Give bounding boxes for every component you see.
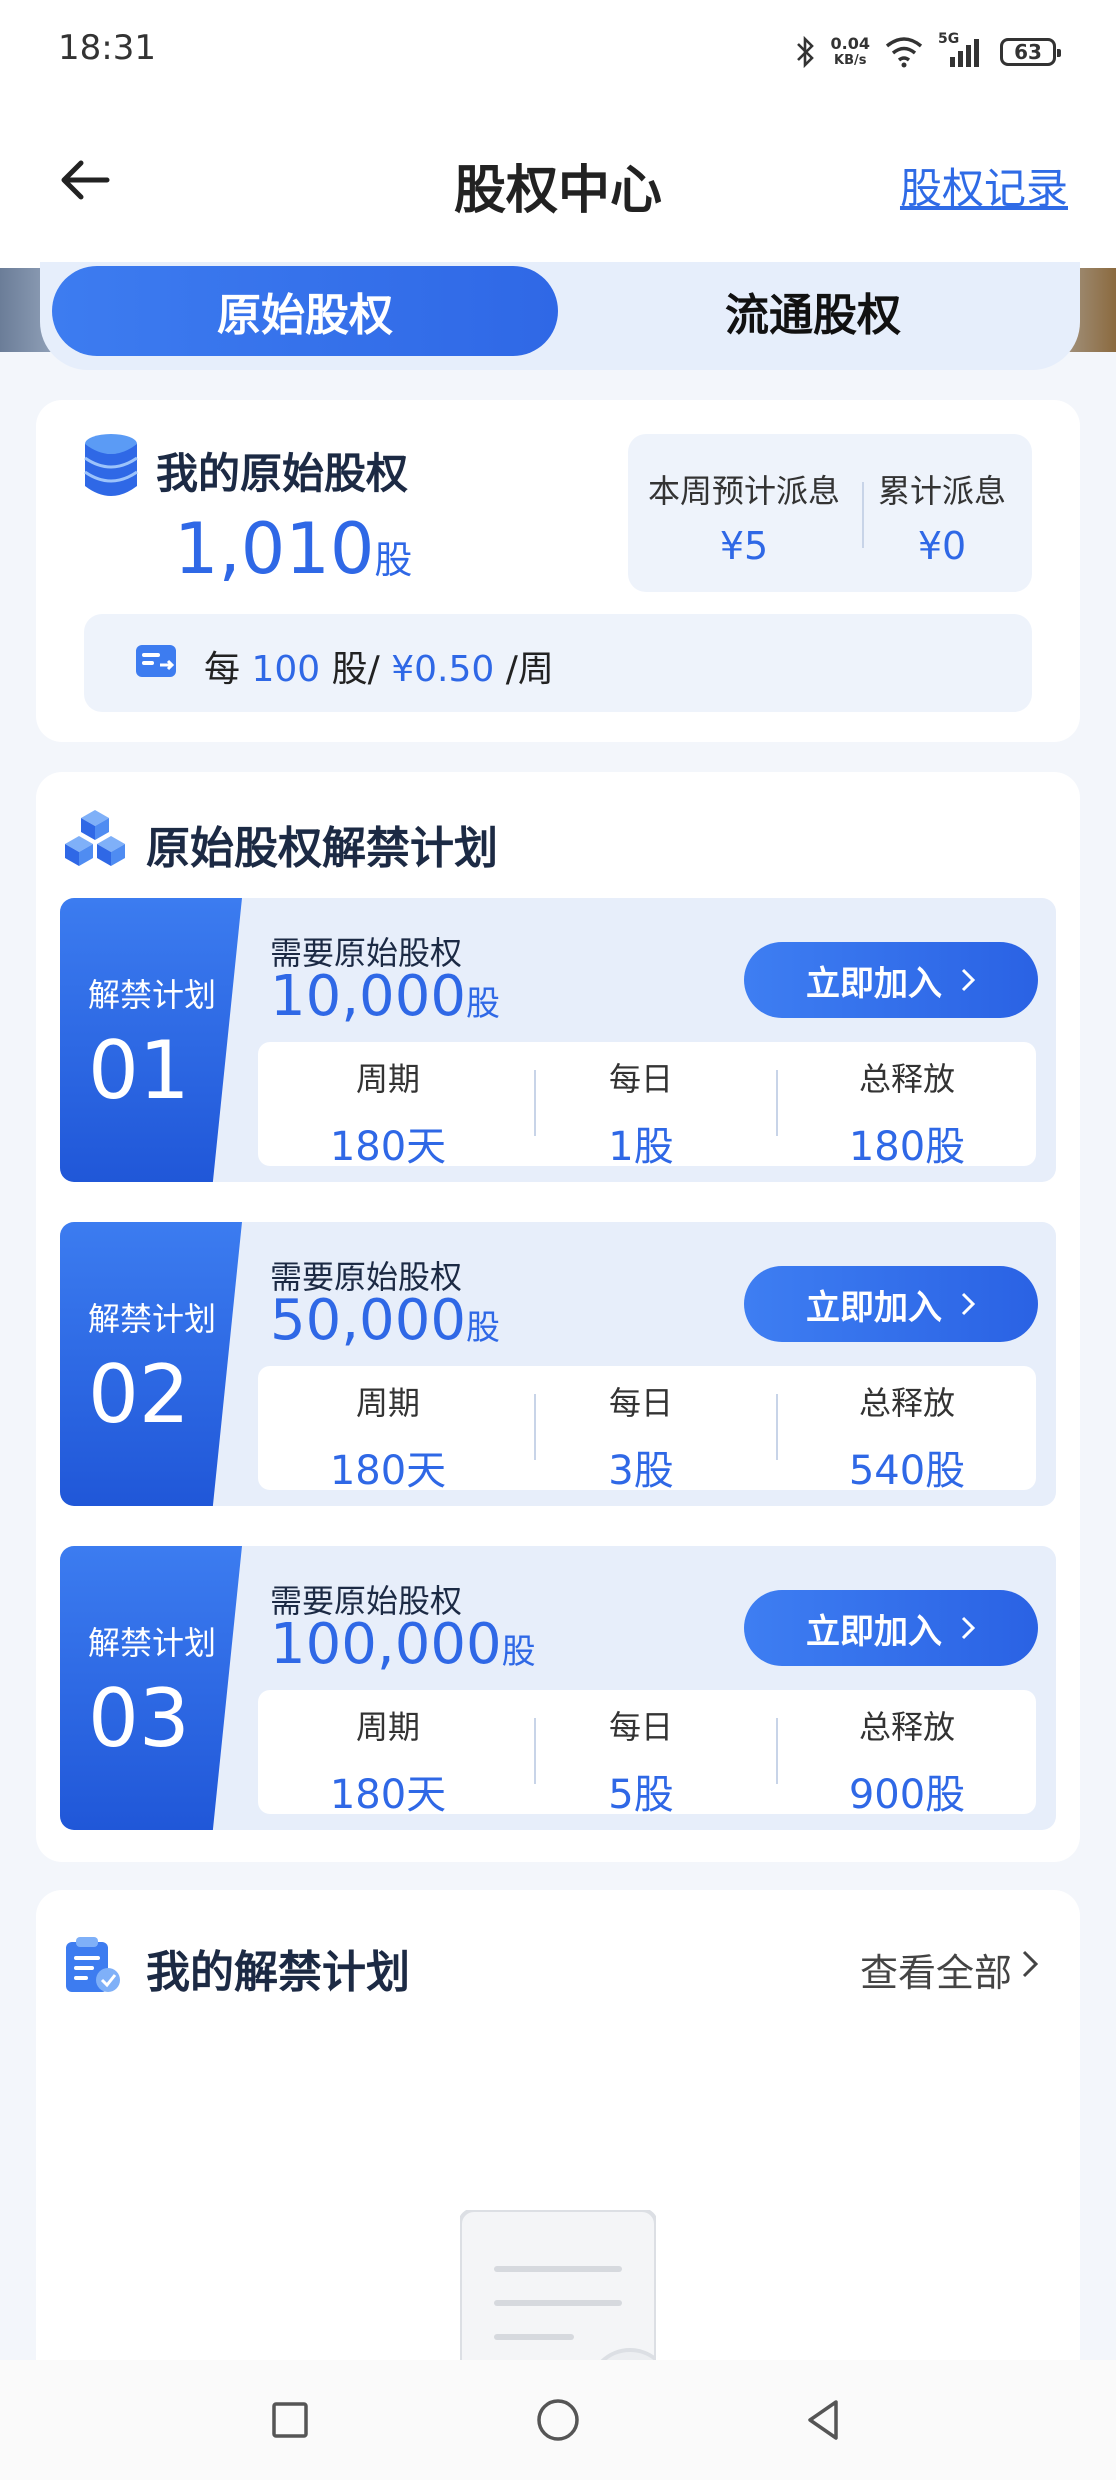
rate-unit: 股/: [331, 649, 380, 690]
chevron-right-icon[interactable]: [1018, 1946, 1044, 1982]
plan-tag-label: 解禁计划: [88, 1300, 217, 1338]
plan-total: 总释放 900股: [778, 1702, 1036, 1820]
database-icon: [84, 434, 138, 496]
chevron-right-icon: [961, 968, 976, 992]
plan-period: 周期 180天: [258, 1054, 518, 1172]
plan-daily: 每日 1股: [536, 1054, 746, 1172]
total-release-value: 180股: [848, 1124, 966, 1170]
plan-required-amount: 50,000股: [270, 1288, 500, 1353]
period-label: 周期: [355, 1060, 420, 1098]
home-icon[interactable]: [534, 2396, 582, 2444]
daily-label: 每日: [608, 1060, 673, 1098]
weekly-dividend: 本周预计派息 ¥5: [644, 466, 844, 568]
equity-record-link[interactable]: 股权记录: [900, 155, 1068, 216]
join-now-label: 立即加入: [806, 1287, 942, 1328]
plan-amount-value: 50,000: [270, 1288, 466, 1353]
cubes-icon: [65, 810, 125, 866]
rate-price: ¥0.50: [391, 649, 495, 690]
plan-amount-value: 10,000: [270, 964, 466, 1029]
total-dividend: 累计派息 ¥0: [842, 466, 1042, 568]
my-equity-title: 我的原始股权: [156, 449, 409, 498]
total-release-value: 540股: [848, 1448, 966, 1494]
recent-apps-icon[interactable]: [266, 2396, 314, 2444]
rate-shares: 100: [251, 649, 321, 690]
period-value: 180天: [329, 1124, 447, 1170]
daily-label: 每日: [608, 1708, 673, 1746]
card-transfer-icon: [136, 645, 176, 677]
plan-number: 01: [88, 1024, 190, 1117]
plan-period: 周期 180天: [258, 1702, 518, 1820]
join-now-label: 立即加入: [806, 963, 942, 1004]
join-now-button[interactable]: 立即加入: [744, 1266, 1038, 1342]
plan-amount-value: 100,000: [270, 1612, 502, 1677]
plan-stats: 周期 180天 每日 1股 总释放 180股: [258, 1042, 1036, 1170]
my-equity-amount: 1,010股: [174, 508, 412, 590]
plan-total: 总释放 540股: [778, 1378, 1036, 1496]
net-speed: 0.04 KB/s: [830, 34, 870, 68]
daily-value: 5股: [608, 1772, 674, 1818]
battery-icon: 63: [1000, 38, 1061, 66]
unlock-plan-03: 解禁计划 03 需要原始股权 100,000股 立即加入 周期 180天 每日 …: [60, 1546, 1056, 1830]
plan-stats: 周期 180天 每日 3股 总释放 540股: [258, 1366, 1036, 1494]
my-unlock-plans-title: 我的解禁计划: [146, 1947, 410, 1998]
total-release-label: 总释放: [858, 1060, 955, 1098]
weekly-dividend-label: 本周预计派息: [647, 472, 840, 510]
plan-tag: 解禁计划 03: [60, 1546, 242, 1830]
plan-amount-unit: 股: [465, 984, 500, 1024]
daily-value: 1股: [608, 1124, 674, 1170]
plan-amount-unit: 股: [465, 1308, 500, 1348]
join-now-button[interactable]: 立即加入: [744, 1590, 1038, 1666]
dividend-rate-text: 每 100 股/ ¥0.50 /周: [204, 640, 554, 692]
join-now-label: 立即加入: [806, 1611, 942, 1652]
period-label: 周期: [355, 1384, 420, 1422]
plan-required-amount: 100,000股: [270, 1612, 536, 1677]
plan-tag: 解禁计划 01: [60, 898, 242, 1182]
signal-icon: 5G: [938, 31, 986, 69]
plan-tag: 解禁计划 02: [60, 1222, 242, 1506]
period-value: 180天: [329, 1448, 447, 1494]
plan-amount-unit: 股: [501, 1632, 536, 1672]
tab-original-equity[interactable]: 原始股权: [52, 266, 558, 356]
period-label: 周期: [355, 1708, 420, 1746]
back-triangle-icon[interactable]: [800, 2396, 848, 2444]
view-all-link[interactable]: 查看全部: [860, 1942, 1012, 1997]
plan-required-amount: 10,000股: [270, 964, 500, 1029]
total-release-value: 900股: [848, 1772, 966, 1818]
plan-number: 02: [88, 1348, 190, 1441]
unlock-plans-title: 原始股权解禁计划: [146, 823, 498, 874]
plan-period: 周期 180天: [258, 1378, 518, 1496]
total-dividend-value: ¥0: [917, 524, 967, 568]
plan-daily: 每日 5股: [536, 1702, 746, 1820]
status-time: 18:31: [58, 28, 156, 68]
my-equity-value: 1,010: [174, 508, 375, 590]
chevron-right-icon: [961, 1292, 976, 1316]
status-icons: 0.04 KB/s 5G 63: [795, 30, 1061, 74]
unlock-plan-02: 解禁计划 02 需要原始股权 50,000股 立即加入 周期 180天 每日 3…: [60, 1222, 1056, 1506]
plan-tag-label: 解禁计划: [88, 976, 217, 1014]
plan-number: 03: [88, 1672, 190, 1765]
total-dividend-label: 累计派息: [877, 472, 1006, 510]
plan-stats: 周期 180天 每日 5股 总释放 900股: [258, 1690, 1036, 1818]
my-equity-unit: 股: [374, 538, 413, 582]
total-release-label: 总释放: [858, 1708, 955, 1746]
daily-value: 3股: [608, 1448, 674, 1494]
total-release-label: 总释放: [858, 1384, 955, 1422]
join-now-button[interactable]: 立即加入: [744, 942, 1038, 1018]
period-value: 180天: [329, 1772, 447, 1818]
chevron-right-icon: [961, 1616, 976, 1640]
plan-daily: 每日 3股: [536, 1378, 746, 1496]
plan-total: 总释放 180股: [778, 1054, 1036, 1172]
unlock-plan-01: 解禁计划 01 需要原始股权 10,000股 立即加入 周期 180天 每日 1…: [60, 898, 1056, 1182]
bluetooth-icon: [796, 35, 814, 69]
weekly-dividend-value: ¥5: [719, 524, 769, 568]
rate-suffix: /周: [505, 649, 554, 690]
tab-circulating-equity[interactable]: 流通股权: [560, 266, 1066, 356]
wifi-icon: [885, 37, 923, 68]
plan-tag-label: 解禁计划: [88, 1624, 217, 1662]
daily-label: 每日: [608, 1384, 673, 1422]
clipboard-icon: [66, 1937, 120, 1992]
rate-prefix: 每: [204, 649, 241, 690]
